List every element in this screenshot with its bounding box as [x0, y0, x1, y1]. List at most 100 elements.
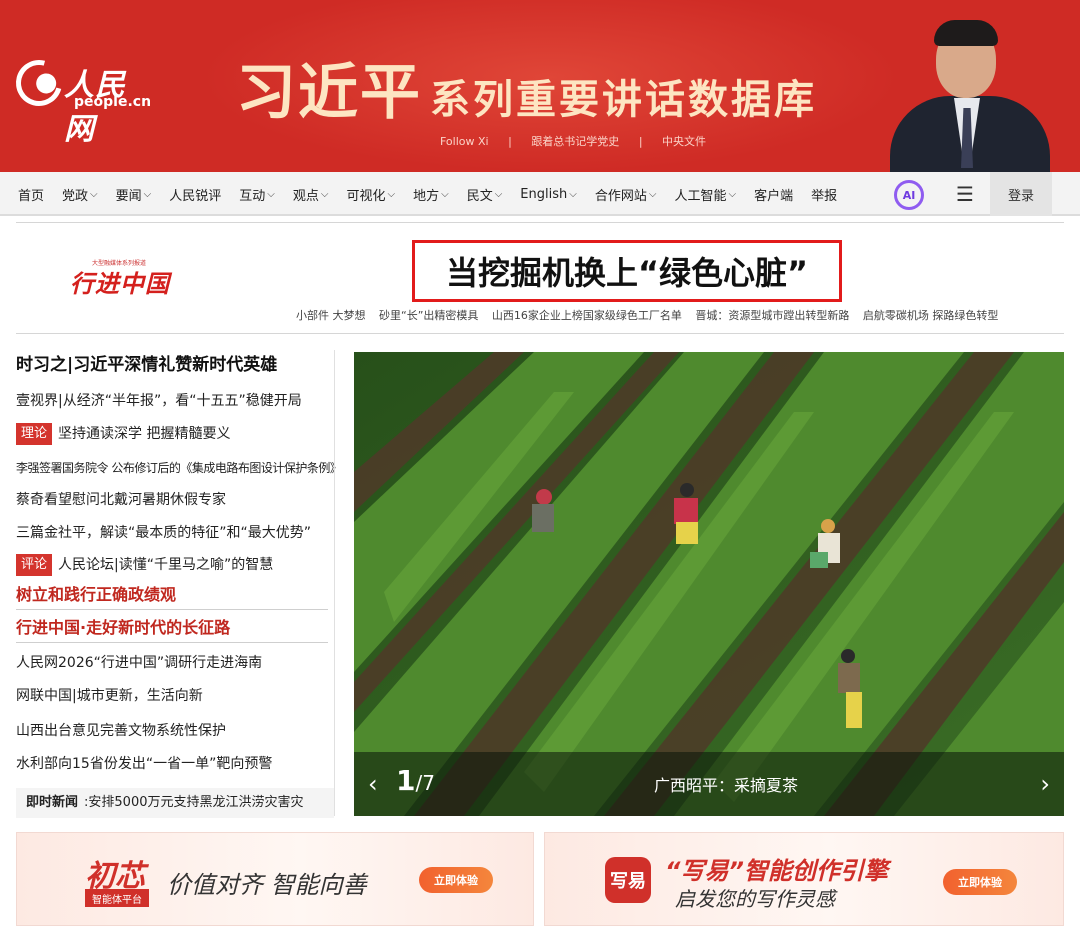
nav-item[interactable]: 互动 ⌵	[230, 172, 284, 216]
news-item[interactable]: 水利部向15省份发出“一省一单”靶向预警	[16, 752, 272, 776]
chevron-right-icon[interactable]: ›	[1040, 770, 1050, 798]
nav-item-label: 要闻	[115, 188, 142, 204]
nav-item[interactable]: English ⌵	[511, 172, 586, 216]
main-nav: 首页 党政 ⌵ 要闻 ⌵ 人民锐评 互动 ⌵ 观点 ⌵ 可视化 ⌵ 地方 ⌵ 民文 ⌵ English ⌵ 合作网站…	[0, 172, 1080, 216]
nav-item[interactable]: 人民锐评	[160, 172, 230, 216]
nav-item[interactable]: 要闻 ⌵	[107, 172, 161, 216]
nav-item-label: 观点	[292, 188, 319, 204]
chevron-down-icon: ⌵	[90, 188, 98, 200]
xieyi-slogan: 启发您的写作灵感	[675, 887, 835, 911]
nav-item[interactable]: 人工智能 ⌵	[665, 172, 745, 216]
nav-item-label: 合作网站	[594, 188, 647, 204]
nav-item-label: 首页	[18, 188, 45, 204]
nav-item[interactable]: 客户端	[745, 172, 802, 216]
banner-title-name: 习近平	[236, 58, 422, 128]
feature-headline[interactable]: 当挖掘机换上“绿色心脏”	[412, 240, 842, 302]
lead-headline[interactable]: 时习之|习近平深情礼赞新时代英雄	[16, 350, 277, 380]
feature-sub-links: 小部件 大梦想 砂里“长”出精密模具 山西16家企业上榜国家级绿色工厂名单 晋城…	[296, 307, 1008, 323]
people-logo[interactable]: 人民网 people.cn	[7, 51, 156, 147]
ai-assistant-icon[interactable]: AI	[894, 180, 924, 210]
comment-tag: 评论	[16, 554, 53, 576]
chevron-left-icon[interactable]: ‹	[368, 770, 378, 798]
logo-en-text: people.cn	[74, 94, 152, 110]
sub-link[interactable]: 晋城：资源型城市蹚出转型新路	[695, 309, 849, 322]
leader-portrait	[884, 18, 1054, 172]
chevron-down-icon: ⌵	[728, 188, 737, 200]
nav-item-label: 人工智能	[674, 188, 727, 204]
banner-link-party-history[interactable]: 跟着总书记学党史	[531, 135, 619, 148]
nav-item[interactable]: 党政 ⌵	[53, 172, 107, 216]
try-now-button[interactable]: 立即体验	[419, 867, 493, 893]
nav-items: 首页 党政 ⌵ 要闻 ⌵ 人民锐评 互动 ⌵ 观点 ⌵ 可视化 ⌵ 地方 ⌵ 民文 ⌵ English ⌵ 合作网站…	[0, 172, 846, 216]
nav-item-label: 举报	[811, 188, 838, 204]
xieyi-logo-icon: 写易	[605, 857, 651, 903]
photo-carousel[interactable]: ‹ 1/7 广西昭平：采摘夏茶 ›	[354, 352, 1064, 816]
xingjin-zhongguo-logo[interactable]: 大型融媒体系列报道 行进中国	[70, 258, 180, 298]
nav-item[interactable]: 观点 ⌵	[284, 172, 338, 216]
nav-item[interactable]: 可视化 ⌵	[337, 172, 404, 216]
people-logo-icon	[7, 51, 71, 115]
red-topic-headline[interactable]: 行进中国·走好新时代的长征路	[16, 616, 230, 640]
section-divider	[16, 333, 1064, 334]
column-divider	[334, 350, 335, 816]
sub-link[interactable]: 山西16家企业上榜国家级绿色工厂名单	[492, 309, 682, 322]
xingjin-logo-text: 行进中国	[70, 270, 170, 298]
nav-item-label: 地方	[413, 188, 440, 204]
slide-current: 1	[396, 764, 416, 797]
nav-item[interactable]: 首页	[0, 172, 53, 216]
nav-item-label: 互动	[239, 188, 266, 204]
xieyi-ad-banner[interactable]: 写易 “写易”智能创作引擎 启发您的写作灵感 立即体验	[544, 832, 1064, 926]
sub-link[interactable]: 小部件 大梦想	[296, 309, 366, 322]
red-topic-divider	[16, 642, 328, 643]
chuxin-badge: 智能体平台	[85, 889, 149, 907]
theory-tag: 理论	[16, 423, 53, 445]
nav-item[interactable]: 地方 ⌵	[404, 172, 458, 216]
red-topic-headline[interactable]: 树立和践行正确政绩观	[16, 583, 176, 607]
banner-title[interactable]: 习近平 系列重要讲话数据库	[236, 44, 817, 131]
chuxin-slogan: 价值对齐 智能向善	[167, 871, 367, 899]
sub-link[interactable]: 启航零碳机场 探路绿色转型	[863, 309, 999, 322]
news-item-comment[interactable]: 评论 人民论坛|读懂“千里马之喻”的智慧	[16, 553, 273, 577]
news-item[interactable]: 山西出台意见完善文物系统性保护	[16, 719, 226, 743]
chevron-down-icon: ⌵	[569, 188, 577, 200]
login-button[interactable]: 登录	[990, 172, 1052, 216]
nav-item-label: 民文	[466, 188, 493, 204]
slide-total: /7	[415, 771, 435, 795]
news-item-theory[interactable]: 理论 坚持通读深学 把握精髓要义	[16, 422, 230, 446]
news-item-text: 人民论坛|读懂“千里马之喻”的智慧	[58, 557, 274, 573]
sub-link[interactable]: 砂里“长”出精密模具	[379, 309, 478, 322]
nav-item-label: 人民锐评	[169, 188, 222, 204]
nav-item-label: 客户端	[754, 188, 794, 204]
nav-divider	[16, 222, 1064, 223]
chevron-down-icon: ⌵	[267, 188, 275, 200]
news-item-text: 坚持通读深学 把握精髓要义	[58, 426, 231, 442]
tea-field-photo	[354, 352, 1064, 816]
carousel-caption-bar: ‹ 1/7 广西昭平：采摘夏茶 ›	[354, 752, 1064, 816]
banner-link-sep: |	[508, 135, 512, 148]
chevron-down-icon: ⌵	[143, 188, 152, 200]
banner-link-follow-xi[interactable]: Follow Xi	[440, 135, 489, 148]
nav-item[interactable]: 民文 ⌵	[458, 172, 512, 216]
try-now-button[interactable]: 立即体验	[943, 869, 1017, 895]
news-item[interactable]: 网联中国|城市更新，生活向新	[16, 684, 203, 708]
ticker-label: 即时新闻	[26, 795, 79, 810]
banner-links: Follow Xi | 跟着总书记学党史 | 中央文件	[432, 133, 714, 149]
news-item[interactable]: 蔡奇看望慰问北戴河暑期休假专家	[16, 488, 226, 512]
news-item[interactable]: 三篇金社平，解读“最本质的特征”和“最大优势”	[16, 521, 311, 545]
nav-item-label: 可视化	[346, 188, 386, 204]
news-item[interactable]: 人民网2026“行进中国”调研行走进海南	[16, 651, 262, 675]
news-item[interactable]: 壹视界|从经济“半年报”，看“十五五”稳健开局	[16, 389, 302, 413]
xieyi-brand: “写易”智能创作引擎	[665, 857, 888, 885]
news-item[interactable]: 李强签署国务院令 公布修订后的《集成电路布图设计保护条例》	[16, 456, 342, 480]
instant-news-ticker[interactable]: 即时新闻:安排5000万元支持黑龙江洪涝灾害灾	[16, 788, 334, 818]
nav-item[interactable]: 举报	[802, 172, 846, 216]
top-banner[interactable]: 人民网 people.cn 习近平 系列重要讲话数据库 Follow Xi | 跟…	[0, 0, 1080, 172]
nav-item-label: 党政	[62, 188, 89, 204]
banner-link-central-docs[interactable]: 中央文件	[662, 135, 706, 148]
hamburger-menu-icon[interactable]: ☰	[956, 182, 974, 206]
chevron-down-icon: ⌵	[387, 188, 396, 200]
chuxin-ad-banner[interactable]: 初芯 智能体平台 价值对齐 智能向善 立即体验	[16, 832, 534, 926]
nav-item[interactable]: 合作网站 ⌵	[586, 172, 666, 216]
slide-caption[interactable]: 广西昭平：采摘夏茶	[654, 772, 798, 796]
chevron-down-icon: ⌵	[648, 188, 657, 200]
